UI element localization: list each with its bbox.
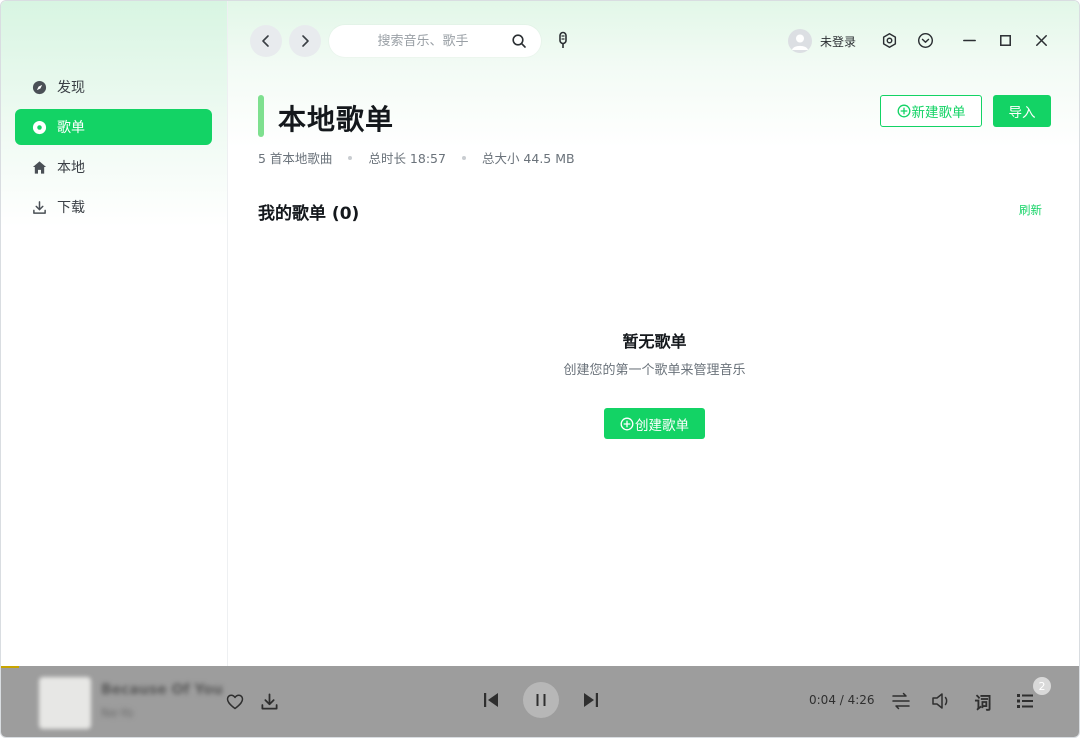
disc-icon — [31, 119, 47, 135]
total-duration: 总时长 18:57 — [368, 151, 446, 166]
sidebar-item-discover[interactable]: 发现 — [15, 69, 212, 105]
minimize-button[interactable] — [960, 31, 978, 49]
album-cover[interactable] — [39, 677, 91, 729]
app-window: 发现 歌单 本地 下载 搜索音乐、歌手 未登录 本地歌单 5 首本地歌曲 总时长… — [0, 0, 1080, 738]
compass-icon — [31, 79, 47, 95]
skip-next-icon — [584, 693, 598, 707]
import-button[interactable]: 导入 — [993, 95, 1051, 127]
lyrics-button[interactable]: 词 — [973, 690, 993, 714]
download-song-button[interactable] — [260, 692, 279, 711]
microphone-icon[interactable] — [555, 31, 571, 51]
refresh-link[interactable]: 刷新 — [1019, 202, 1042, 218]
user-profile[interactable]: 未登录 — [788, 28, 856, 54]
create-playlist-button[interactable]: 创建歌单 — [604, 408, 705, 439]
sidebar-nav: 发现 歌单 本地 下载 — [15, 69, 212, 229]
previous-track-button[interactable] — [481, 690, 501, 710]
queue-count-badge: 2 — [1033, 677, 1051, 695]
home-icon — [31, 159, 47, 175]
download-icon — [261, 693, 278, 710]
sidebar-item-label: 发现 — [57, 80, 85, 96]
chevron-right-icon — [302, 35, 309, 47]
playlist-stats: 5 首本地歌曲 总时长 18:57 总大小 44.5 MB — [258, 148, 575, 167]
title-accent-bar — [258, 95, 264, 137]
maximize-icon — [999, 34, 1011, 46]
maximize-button[interactable] — [996, 31, 1014, 49]
import-label: 导入 — [1008, 105, 1036, 121]
create-playlist-label: 创建歌单 — [635, 417, 689, 434]
close-icon — [1035, 34, 1047, 46]
song-count: 5 首本地歌曲 — [258, 151, 333, 166]
skip-previous-icon — [484, 693, 498, 707]
volume-button[interactable] — [931, 691, 953, 711]
song-title[interactable]: Because Of You — [101, 682, 223, 698]
user-name: 未登录 — [820, 34, 857, 49]
minimize-icon — [962, 39, 976, 41]
playback-time: 0:04 / 4:26 — [809, 693, 875, 707]
avatar — [788, 29, 812, 53]
player-bar: Because Of You Ne-Yo 0:04 / 4:26 词 2 — [1, 666, 1079, 737]
playlist-queue-button[interactable] — [1015, 691, 1035, 711]
chevron-left-icon — [262, 35, 269, 47]
volume-icon — [932, 693, 948, 709]
sidebar-item-label: 歌单 — [57, 120, 85, 136]
top-bar: 未登录 — [228, 1, 1079, 81]
main-content: 未登录 本地歌单 5 首本地歌曲 总时长 18:57 — [228, 1, 1079, 666]
separator-dot — [461, 155, 466, 160]
section-title: 我的歌单 (0) — [258, 204, 360, 224]
separator-dot — [348, 155, 353, 160]
settings-button[interactable] — [880, 31, 898, 49]
close-button[interactable] — [1032, 31, 1050, 49]
page-title: 本地歌单 — [278, 103, 395, 136]
download-icon — [31, 199, 47, 215]
next-track-button[interactable] — [581, 690, 601, 710]
empty-state-title: 暂无歌单 — [622, 332, 687, 351]
sidebar-item-local[interactable]: 本地 — [15, 149, 212, 185]
search-input[interactable] — [343, 25, 503, 57]
pause-icon — [536, 694, 546, 706]
back-button[interactable] — [250, 25, 282, 57]
pause-button[interactable] — [523, 682, 559, 718]
new-playlist-button[interactable]: 新建歌单 — [880, 95, 982, 127]
forward-button[interactable] — [289, 25, 321, 57]
plus-circle-icon — [620, 417, 634, 430]
new-playlist-label: 新建歌单 — [911, 105, 966, 121]
gear-icon — [882, 32, 896, 48]
like-button[interactable] — [225, 692, 245, 712]
total-size: 总大小 44.5 MB — [481, 151, 575, 166]
sidebar-item-downloads[interactable]: 下载 — [15, 189, 212, 225]
playback-progress[interactable] — [1, 666, 19, 668]
search-box — [329, 25, 541, 57]
song-artist[interactable]: Ne-Yo — [101, 706, 133, 720]
sequential-play-icon — [892, 692, 910, 710]
sidebar-item-label: 下载 — [57, 200, 85, 216]
search-icon[interactable] — [511, 33, 527, 49]
heart-icon — [226, 694, 244, 710]
chevron-down-circle-icon — [917, 32, 933, 48]
list-icon — [1017, 694, 1033, 708]
plus-circle-icon — [897, 104, 910, 118]
play-mode-button[interactable] — [891, 691, 911, 711]
sidebar: 发现 歌单 本地 下载 — [1, 1, 228, 666]
sidebar-item-label: 本地 — [57, 160, 85, 176]
empty-state-subtitle: 创建您的第一个歌单来管理音乐 — [563, 363, 746, 378]
theme-menu-button[interactable] — [916, 31, 934, 49]
sidebar-item-playlists[interactable]: 歌单 — [15, 109, 212, 145]
